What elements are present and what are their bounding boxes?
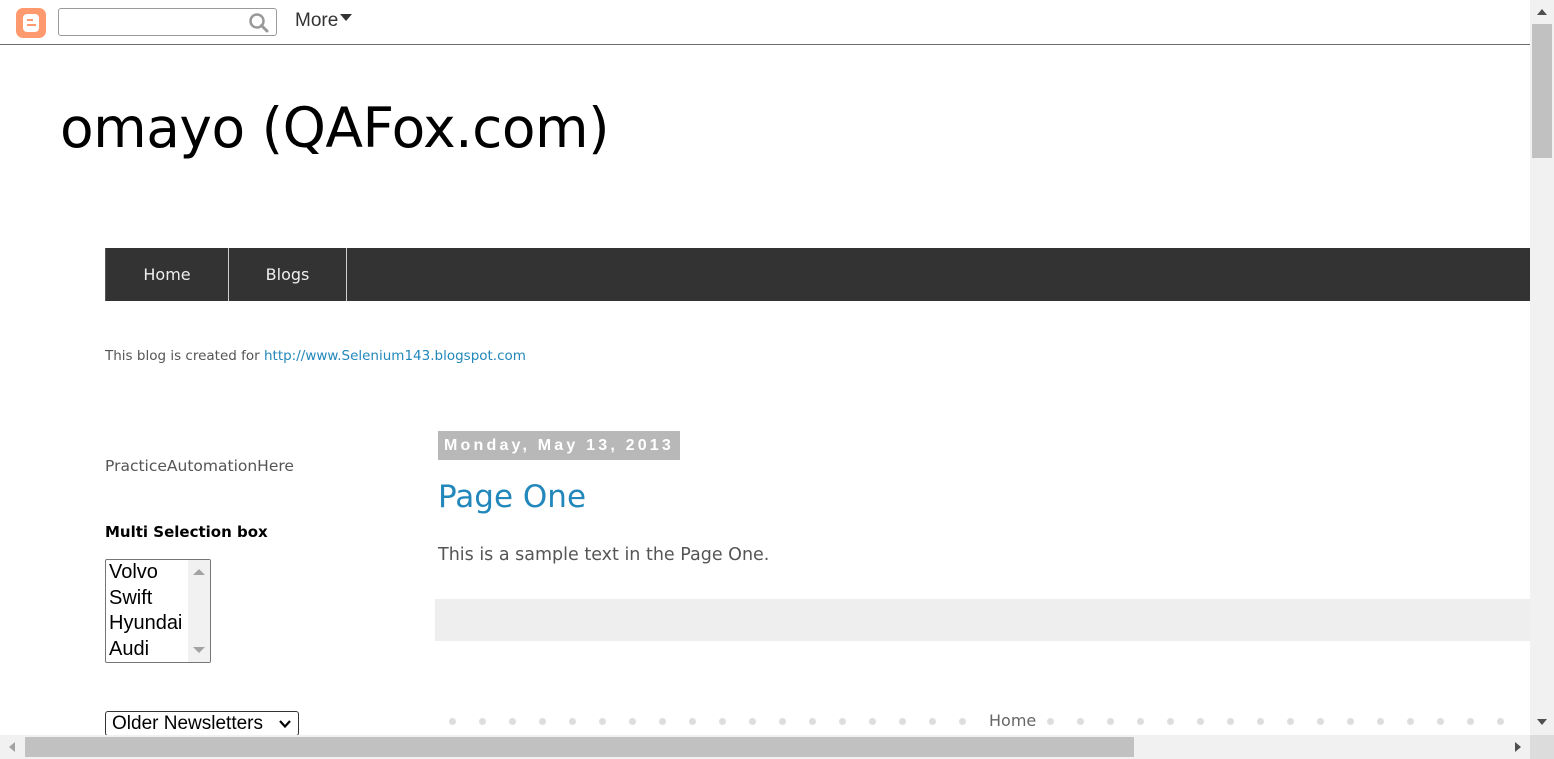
tab-blogs[interactable]: Blogs [229, 248, 347, 301]
pager-dot [1437, 718, 1444, 725]
older-newsletters-dropdown[interactable]: Older Newsletters [105, 711, 299, 736]
sidebar-heading: PracticeAutomationHere [105, 457, 294, 475]
description-text: This blog is created for [105, 348, 264, 364]
dropdown-selected-value: Older Newsletters [112, 713, 263, 734]
scrollbar-corner [1530, 735, 1554, 759]
more-menu-button[interactable]: More [295, 10, 353, 32]
post-footer [435, 599, 1530, 641]
post-title[interactable]: Page One [438, 479, 586, 515]
pager-dot [689, 718, 696, 725]
horizontal-scrollbar[interactable] [0, 735, 1530, 759]
post-date-header: Monday, May 13, 2013 [438, 431, 680, 460]
pager-dot [1167, 718, 1174, 725]
pager-dot [449, 718, 456, 725]
blogger-navbar: More [0, 0, 1530, 45]
pager-dot [539, 718, 546, 725]
page-tabs: Home Blogs [105, 248, 1530, 301]
vertical-scrollbar[interactable] [1530, 0, 1554, 735]
pager-dot [1077, 718, 1084, 725]
multiselect-label: Multi Selection box [105, 523, 268, 541]
scroll-left-arrow-icon[interactable] [9, 742, 15, 752]
multi-selection-box[interactable]: Volvo Swift Hyundai Audi [105, 559, 211, 663]
pager-dot [899, 718, 906, 725]
post-body: This is a sample text in the Page One. [438, 545, 770, 565]
pager-dot [1497, 718, 1504, 725]
pager-dot [569, 718, 576, 725]
pager-dot [1467, 718, 1474, 725]
horizontal-scroll-thumb[interactable] [25, 737, 1134, 757]
pager-dot [1377, 718, 1384, 725]
pager-dot [599, 718, 606, 725]
pager-dot [1197, 718, 1204, 725]
blog-description: This blog is created for http://www.Sele… [105, 348, 526, 364]
search-icon[interactable] [248, 12, 270, 34]
pager-dot [1227, 718, 1234, 725]
pager-dot [869, 718, 876, 725]
navbar-search-input[interactable] [59, 9, 244, 35]
pager-dot [1137, 718, 1144, 725]
pager-dot [509, 718, 516, 725]
navbar-search-box [58, 8, 277, 36]
pager-dot [1407, 718, 1414, 725]
scroll-up-arrow-icon[interactable] [193, 569, 205, 575]
pager-dot [479, 718, 486, 725]
caret-down-icon [340, 14, 353, 22]
pager-dot [749, 718, 756, 725]
pager-dot [959, 718, 966, 725]
blog-pager: Home [440, 708, 1530, 736]
pager-dot [659, 718, 666, 725]
site-title[interactable]: omayo (QAFox.com) [60, 96, 610, 160]
pager-dot [1257, 718, 1264, 725]
scroll-right-arrow-icon[interactable] [1515, 742, 1521, 752]
pager-dot [809, 718, 816, 725]
pager-home-link[interactable]: Home [989, 711, 1036, 730]
pager-dot [929, 718, 936, 725]
pager-dot [1287, 718, 1294, 725]
tab-home[interactable]: Home [106, 248, 229, 301]
pager-dot [779, 718, 786, 725]
pager-dot [1347, 718, 1354, 725]
chevron-down-icon [279, 720, 291, 729]
blogger-logo-icon[interactable] [16, 8, 46, 38]
scroll-up-arrow-icon[interactable] [1537, 9, 1547, 15]
pager-dots-left [440, 718, 970, 726]
multiselect-scrollbar[interactable] [188, 560, 210, 662]
pager-dots-right [1038, 718, 1518, 726]
pager-dot [839, 718, 846, 725]
pager-dot [719, 718, 726, 725]
vertical-scroll-thumb[interactable] [1532, 24, 1552, 158]
pager-dot [1047, 718, 1054, 725]
pager-dot [1317, 718, 1324, 725]
pager-dot [1107, 718, 1114, 725]
more-label: More [295, 10, 339, 31]
selenium143-link[interactable]: http://www.Selenium143.blogspot.com [264, 348, 526, 364]
pager-dot [629, 718, 636, 725]
scroll-down-arrow-icon[interactable] [193, 647, 205, 653]
scroll-down-arrow-icon[interactable] [1537, 719, 1547, 725]
